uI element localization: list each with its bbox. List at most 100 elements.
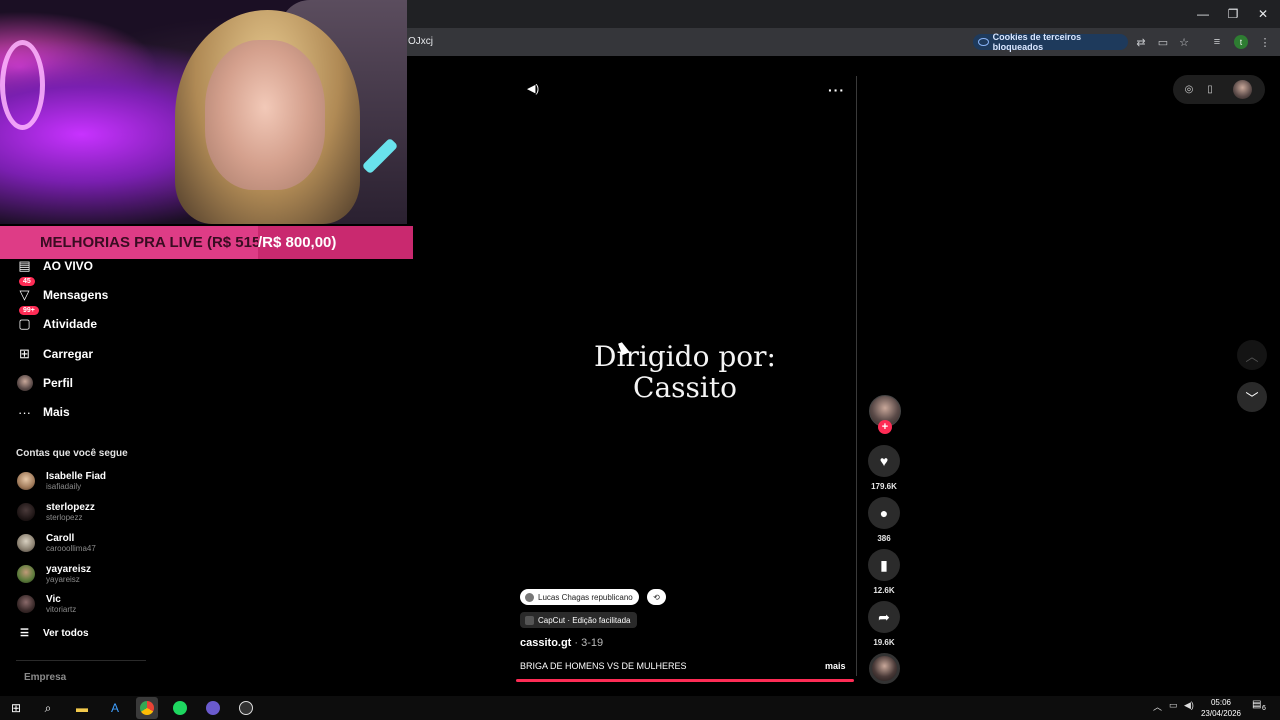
caption-line-2: Cassito [633,371,737,404]
comment-icon: ● [879,505,889,521]
like-count: 179.6K [871,482,897,491]
cookie-chip-label: Cookies de terceiros bloqueados [992,32,1082,52]
messages-badge: 45 [19,276,35,286]
streamer-face [205,40,325,190]
sidebar-item-label: Perfil [43,376,74,390]
user-avatar[interactable] [1233,80,1252,99]
clock-time: 05:06 [1210,698,1232,707]
sidebar-item-more[interactable]: ··· Mais [16,402,70,422]
browser-profile-avatar[interactable]: t [1234,35,1248,49]
account-name: Isabelle Fiad [46,471,107,482]
bookmark-star-icon[interactable]: ☆ [1176,34,1192,50]
following-account[interactable]: Isabelle Fiad isafiadaily [17,467,106,495]
save-button[interactable]: ▮ [868,549,900,581]
like-button[interactable]: ♥ [868,445,900,477]
capcut-icon [525,615,534,625]
sidebar-item-profile[interactable]: Perfil [16,373,73,393]
network-icon[interactable]: ▭ [1169,700,1178,711]
see-all-label: Ver todos [42,628,89,639]
bookmark-icon: ▮ [880,556,888,573]
sidebar-item-activity[interactable]: ▢ 99+ Atividade [16,305,97,334]
video-description: BRIGA DE HOMENS VS DE MULHERES [520,661,687,671]
compass-icon[interactable]: ◎ [1183,83,1195,95]
repost-label: Lucas Chagas republicano [538,592,633,602]
post-date: · 3-19 [571,637,604,649]
clock-date: 23/04/2026 [1200,709,1242,718]
minimize-button[interactable]: — [1188,0,1218,28]
system-clock[interactable]: 05:06 23/04/2026 [1196,697,1246,719]
more-icon: ··· [18,404,31,420]
sidebar-item-label: Mais [43,405,70,419]
mobile-device-icon[interactable]: ▯ [1204,83,1216,95]
notification-center-icon[interactable]: ▤ 6 [1252,699,1268,715]
close-button[interactable]: ✕ [1248,0,1278,28]
restore-button[interactable]: ❐ [1218,0,1248,28]
following-section-title: Contas que você segue [16,448,128,459]
obs-icon[interactable] [235,697,257,719]
url-text[interactable]: OJxcj [408,36,433,47]
spotify-icon[interactable] [169,697,191,719]
following-account[interactable]: yayareisz yayareisz [17,560,91,588]
account-name: Vic [46,594,61,605]
sound-disc[interactable] [869,653,900,684]
upload-icon: ⊞ [19,346,30,361]
share-button[interactable]: ➦ [868,601,900,633]
chrome-icon[interactable] [136,697,158,719]
repost-chip[interactable]: Lucas Chagas republicano [520,589,639,605]
comment-button[interactable]: ● [868,497,900,529]
screen: — ❐ ✕ OJxcj Cookies de terceiros bloquea… [0,0,1280,720]
install-app-icon[interactable]: ▭ [1155,34,1171,50]
avatar [17,595,35,613]
sidebar-item-upload[interactable]: ⊞ Carregar [16,344,93,364]
volume-tray-icon[interactable]: ◀) [1184,700,1194,711]
browser-menu-icon[interactable]: ⋮ [1257,34,1273,50]
previous-video-button[interactable]: ︿ [1237,340,1267,370]
company-link[interactable]: Empresa [24,672,66,683]
repost-icon[interactable]: ⟲ [647,589,666,605]
video-caption: Dirigido por: Cassito [514,341,856,403]
chevron-up-icon: ︿ [1245,348,1259,364]
sidebar-item-live[interactable]: ▤ AO VIVO [16,256,93,276]
tray-chevron-icon[interactable]: ︿ [1153,700,1162,713]
account-handle: sterlopezz [46,513,83,522]
video-progress-bar[interactable] [516,679,854,682]
avatar [17,534,35,552]
file-explorer-icon[interactable]: ▬ [71,697,93,719]
donation-goal-text: MELHORIAS PRA LIVE (R$ 515,00 [40,234,282,251]
more-options-icon[interactable]: ··· [828,82,845,98]
account-handle: isafiadaily [46,482,82,491]
description-more-link[interactable]: mais [825,661,846,671]
third-party-cookies-chip[interactable]: Cookies de terceiros bloqueados [973,32,1128,52]
translate-icon[interactable]: ⇄ [1133,34,1149,50]
caption-line-1: Dirigido por: [594,340,776,373]
search-icon[interactable]: ⌕ [37,697,59,719]
next-video-button[interactable]: ﹀ [1237,382,1267,412]
webcam-overlay [0,0,407,224]
windows-start-icon[interactable]: ⊞ [5,697,27,719]
media-queue-icon[interactable]: ≡ [1209,34,1225,50]
following-account[interactable]: Caroll carooollima47 [17,529,96,557]
activity-badge: 99+ [19,305,39,315]
author-name[interactable]: cassito.gt [520,637,571,649]
account-name: Caroll [46,533,75,544]
video-divider [856,76,857,676]
volume-icon[interactable]: ◀) [527,82,541,96]
following-account[interactable]: Vic vitoriartz [17,590,76,618]
capcut-chip[interactable]: CapCut · Edição facilitada [520,612,637,628]
video-author[interactable]: cassito.gt · 3-19 [520,637,603,649]
save-count: 12.6K [873,586,895,595]
donation-goal-total: /R$ 800,00) [258,226,413,259]
messages-icon: ▽ 45 [16,276,35,304]
sidebar-item-label: Carregar [43,347,94,361]
chevron-down-icon: ﹀ [1245,390,1259,406]
follow-plus-icon[interactable]: + [878,420,892,434]
app-chat-icon[interactable] [202,697,224,719]
eye-off-icon [978,38,989,46]
list-icon: ☰ [20,628,29,639]
sidebar-item-label: Mensagens [43,288,109,302]
following-account[interactable]: sterlopezz sterlopezz [17,498,95,526]
avatar [17,472,35,490]
app-a-icon[interactable]: A [104,697,126,719]
see-all-following-link[interactable]: ☰ Ver todos [20,628,89,639]
sidebar-item-messages[interactable]: ▽ 45 Mensagens [16,276,109,305]
